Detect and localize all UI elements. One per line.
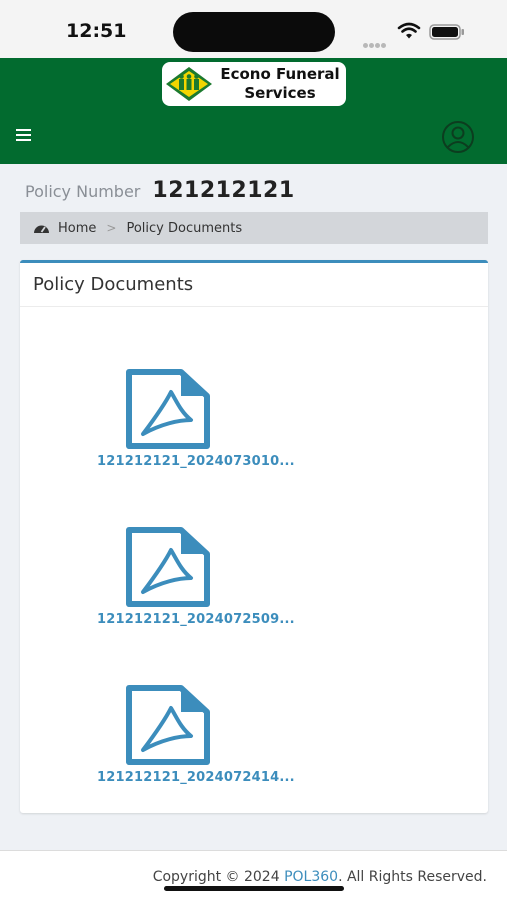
document-name[interactable]: 121212121_2024073010... <box>97 454 337 469</box>
home-indicator[interactable] <box>164 886 344 891</box>
document-name[interactable]: 121212121_2024072414... <box>97 770 337 785</box>
app-header: Econo Funeral Services <box>0 58 507 164</box>
dynamic-island <box>173 12 335 52</box>
status-time: 12:51 <box>66 20 127 42</box>
logo-text-line2: Services <box>244 84 316 102</box>
breadcrumb-current: Policy Documents <box>126 220 243 236</box>
wifi-icon <box>397 22 421 39</box>
policy-number-value: 121212121 <box>152 178 295 203</box>
pdf-file-icon <box>126 685 210 765</box>
document-item[interactable]: 121212121_2024072509... <box>97 526 357 630</box>
dashboard-icon <box>34 225 49 233</box>
document-item[interactable]: 121212121_2024073010... <box>97 368 357 472</box>
copyright-suffix: . All Rights Reserved. <box>338 869 487 885</box>
policy-number-label: Policy Number <box>25 182 141 201</box>
panel-title: Policy Documents <box>20 263 488 307</box>
pdf-file-icon <box>126 369 210 449</box>
footer: Copyright © 2024 POL360. All Rights Rese… <box>0 850 507 900</box>
document-item[interactable]: 121212121_2024072414... <box>97 684 357 788</box>
breadcrumb-home-link[interactable]: Home <box>58 221 96 236</box>
copyright-prefix: Copyright © 2024 <box>152 869 285 885</box>
company-logo: Econo Funeral Services <box>162 62 346 106</box>
battery-icon <box>429 24 464 40</box>
policy-documents-panel: Policy Documents 121212121_2024073010...… <box>20 260 488 813</box>
policy-number-row: Policy Number 121212121 <box>25 178 295 212</box>
hamburger-menu-icon[interactable] <box>16 124 40 146</box>
breadcrumb-separator: > <box>106 221 117 235</box>
logo-text-line1: Econo Funeral <box>220 65 340 83</box>
document-name[interactable]: 121212121_2024072509... <box>97 612 337 627</box>
status-bar: 12:51 <box>0 0 507 58</box>
pdf-file-icon <box>126 527 210 607</box>
cellular-signal-icon <box>363 33 389 48</box>
logo-emblem-icon <box>166 67 212 101</box>
breadcrumb: Home > Policy Documents <box>20 212 488 244</box>
user-avatar-icon[interactable] <box>441 120 475 154</box>
pol360-link[interactable]: POL360 <box>284 869 338 885</box>
copyright-text: Copyright © 2024 POL360. All Rights Rese… <box>153 869 487 885</box>
